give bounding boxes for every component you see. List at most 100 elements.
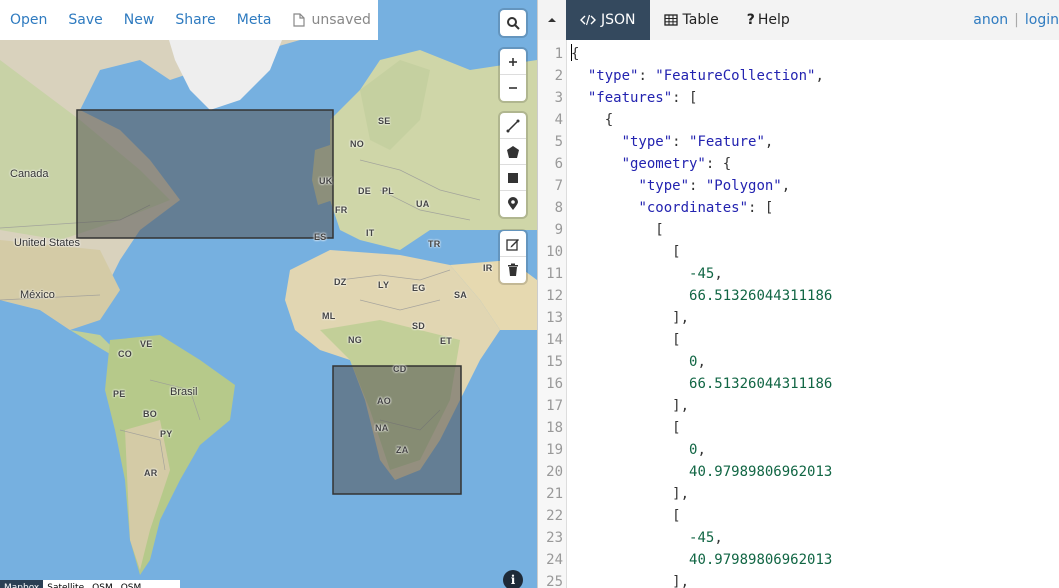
edit-icon — [506, 238, 519, 251]
editor-line[interactable]: 1{ — [538, 43, 1059, 65]
map-label-ng: NG — [348, 335, 363, 345]
editor-line[interactable]: 9 [ — [538, 219, 1059, 241]
plus-icon — [509, 57, 517, 66]
line-code: [ — [571, 332, 681, 348]
map-view[interactable]: Canada United States México Brasil UK FR… — [0, 0, 537, 588]
share-button[interactable]: Share — [175, 12, 215, 28]
map-label-bo: BO — [143, 409, 158, 419]
info-button[interactable]: i — [503, 570, 523, 588]
drawn-polygon-north-atlantic — [76, 109, 334, 239]
map-label-sd: SD — [412, 321, 426, 331]
delete-layers-button[interactable] — [500, 257, 526, 283]
tab-help[interactable]: ? Help — [733, 0, 804, 40]
map-label-sa: SA — [454, 290, 468, 300]
map-label-dz: DZ — [334, 277, 347, 287]
map-label-it: IT — [366, 228, 375, 238]
line-number: 12 — [546, 288, 563, 304]
draw-control — [500, 113, 526, 217]
editor-line[interactable]: 2 "type": "FeatureCollection", — [538, 65, 1059, 87]
basemap-osm-2[interactable]: OSM — [117, 580, 146, 588]
anon-link[interactable]: anon — [973, 12, 1008, 28]
line-code: "geometry": { — [621, 156, 732, 172]
collapse-panel-button[interactable] — [538, 0, 566, 40]
basemap-mapbox[interactable]: Mapbox — [0, 580, 44, 588]
save-button[interactable]: Save — [68, 12, 102, 28]
map-label-tr: TR — [428, 239, 441, 249]
edit-layers-button[interactable] — [500, 231, 526, 257]
line-number: 21 — [546, 486, 563, 502]
editor-line[interactable]: 12 66.51326044311186 — [538, 285, 1059, 307]
draw-polygon-button[interactable] — [500, 139, 526, 165]
editor-line[interactable]: 11 -45, — [538, 263, 1059, 285]
editor-line[interactable]: 22 [ — [538, 505, 1059, 527]
line-code: ], — [571, 398, 690, 414]
line-number: 5 — [554, 134, 563, 150]
editor-line[interactable]: 5 "type": "Feature", — [538, 131, 1059, 153]
line-number: 11 — [546, 266, 563, 282]
draw-rectangle-button[interactable] — [500, 165, 526, 191]
editor-line[interactable]: 18 [ — [538, 417, 1059, 439]
map-label-no: NO — [350, 139, 365, 149]
map-label-ar: AR — [144, 468, 158, 478]
map-label-ml: ML — [322, 311, 336, 321]
editor-line[interactable]: 23 -45, — [538, 527, 1059, 549]
editor-line[interactable]: 20 40.97989806962013 — [538, 461, 1059, 483]
side-panel: JSON Table ? Help anon | login 1{2 "type… — [537, 0, 1059, 588]
line-number: 3 — [554, 90, 563, 106]
line-number: 2 — [554, 68, 563, 84]
tab-table-label: Table — [682, 12, 719, 28]
editor-line[interactable]: 3 "features": [ — [538, 87, 1059, 109]
meta-button[interactable]: Meta — [237, 12, 272, 28]
draw-marker-button[interactable] — [500, 191, 526, 217]
basemap-osm[interactable]: OSM — [88, 580, 117, 588]
line-icon — [506, 119, 520, 132]
editor-line[interactable]: 14 [ — [538, 329, 1059, 351]
tab-json[interactable]: JSON — [566, 0, 650, 40]
basemap-switcher: Mapbox Satellite OSM OSM — [0, 580, 180, 588]
editor-line[interactable]: 17 ], — [538, 395, 1059, 417]
open-button[interactable]: Open — [10, 12, 47, 28]
line-number: 19 — [546, 442, 563, 458]
login-link[interactable]: login — [1025, 12, 1059, 28]
editor-line[interactable]: 24 40.97989806962013 — [538, 549, 1059, 571]
marker-icon — [508, 197, 518, 210]
editor-line[interactable]: 10 [ — [538, 241, 1059, 263]
line-code: 0, — [689, 442, 706, 458]
file-icon — [292, 13, 305, 27]
line-code: "type": "FeatureCollection", — [587, 68, 824, 84]
editor-line[interactable]: 25 ], — [538, 571, 1059, 588]
basemap-satellite[interactable]: Satellite — [43, 580, 88, 588]
zoom-in-button[interactable] — [500, 49, 526, 75]
editor-line[interactable]: 13 ], — [538, 307, 1059, 329]
editor-line[interactable]: 21 ], — [538, 483, 1059, 505]
editor-line[interactable]: 4 { — [538, 109, 1059, 131]
line-number: 15 — [546, 354, 563, 370]
editor-line[interactable]: 6 "geometry": { — [538, 153, 1059, 175]
line-code: -45, — [689, 266, 723, 282]
search-control — [500, 10, 526, 36]
map-label-co: CO — [118, 349, 133, 359]
text-cursor — [571, 44, 572, 61]
editor-line[interactable]: 16 66.51326044311186 — [538, 373, 1059, 395]
user-area: anon | login — [973, 0, 1059, 40]
line-code: { — [571, 112, 614, 128]
zoom-out-button[interactable] — [500, 75, 526, 101]
line-number: 16 — [546, 376, 563, 392]
editor-line[interactable]: 8 "coordinates": [ — [538, 197, 1059, 219]
line-code: "features": [ — [587, 90, 698, 106]
map-label-za: ZA — [396, 445, 409, 455]
editor-line[interactable]: 15 0, — [538, 351, 1059, 373]
line-code: ], — [571, 486, 690, 502]
draw-line-button[interactable] — [500, 113, 526, 139]
json-editor[interactable]: 1{2 "type": "FeatureCollection", 3 "featu… — [538, 40, 1059, 588]
editor-line[interactable]: 19 0, — [538, 439, 1059, 461]
line-code: "type": "Feature", — [621, 134, 774, 150]
map-label-mexico: México — [20, 289, 55, 301]
map-search-button[interactable] — [500, 10, 526, 36]
map-label-eg: EG — [412, 283, 426, 293]
new-button[interactable]: New — [124, 12, 155, 28]
tab-table[interactable]: Table — [650, 0, 733, 40]
editor-line[interactable]: 7 "type": "Polygon", — [538, 175, 1059, 197]
line-number: 17 — [546, 398, 563, 414]
map-label-uk: UK — [319, 176, 333, 186]
